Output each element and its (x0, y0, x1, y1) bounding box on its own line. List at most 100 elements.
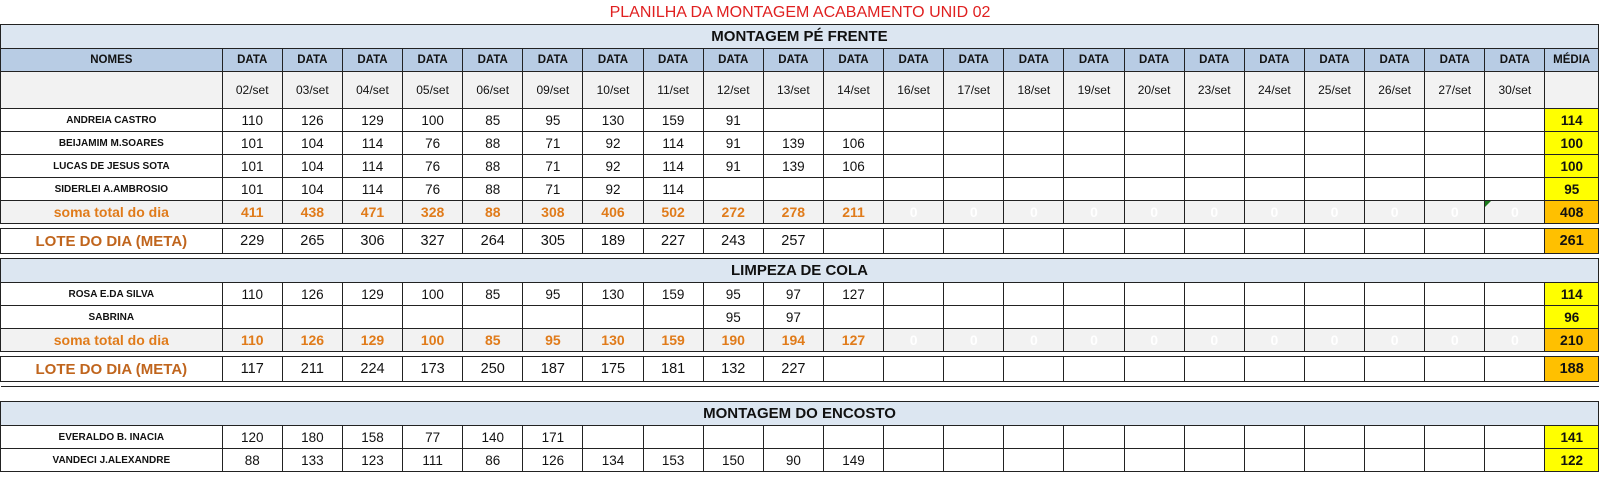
lote-cell[interactable]: 189 (582, 228, 644, 254)
value-cell[interactable] (1484, 108, 1546, 132)
value-cell[interactable] (1484, 448, 1546, 472)
value-cell[interactable] (1123, 305, 1185, 329)
value-cell[interactable] (883, 305, 945, 329)
value-cell[interactable] (462, 305, 524, 329)
value-cell[interactable] (522, 305, 584, 329)
value-cell[interactable] (1484, 177, 1546, 201)
value-cell[interactable] (1243, 448, 1305, 472)
value-cell[interactable] (642, 305, 704, 329)
value-cell[interactable]: 97 (762, 282, 824, 306)
lote-cell[interactable] (1003, 228, 1065, 254)
value-cell[interactable] (1003, 448, 1065, 472)
lote-cell[interactable]: 305 (522, 228, 584, 254)
value-cell[interactable]: 114 (341, 131, 404, 155)
value-cell[interactable] (1123, 177, 1185, 201)
value-cell[interactable]: 149 (822, 448, 885, 472)
value-cell[interactable]: 95 (702, 305, 764, 329)
lote-cell[interactable] (1424, 228, 1486, 254)
value-cell[interactable] (762, 177, 824, 201)
lote-cell[interactable] (1364, 228, 1426, 254)
lote-cell[interactable]: 227 (762, 356, 824, 382)
value-cell[interactable] (1183, 305, 1245, 329)
lote-cell[interactable] (1123, 356, 1185, 382)
value-cell[interactable]: 129 (341, 282, 404, 306)
lote-cell[interactable]: 327 (402, 228, 464, 254)
value-cell[interactable]: 92 (582, 131, 644, 155)
value-cell[interactable]: 85 (462, 282, 524, 306)
value-cell[interactable]: 123 (341, 448, 404, 472)
value-cell[interactable] (943, 131, 1005, 155)
lote-cell[interactable] (883, 356, 945, 382)
lote-cell[interactable]: 257 (762, 228, 824, 254)
value-cell[interactable] (1063, 131, 1125, 155)
value-cell[interactable]: 114 (341, 154, 404, 178)
value-cell[interactable] (1243, 282, 1305, 306)
lote-cell[interactable]: 224 (341, 356, 404, 382)
value-cell[interactable] (1484, 154, 1546, 178)
value-cell[interactable]: 104 (281, 131, 343, 155)
lote-cell[interactable] (1183, 356, 1245, 382)
lote-cell[interactable] (822, 228, 885, 254)
value-cell[interactable] (1303, 131, 1366, 155)
lote-cell[interactable]: 306 (341, 228, 404, 254)
value-cell[interactable] (1063, 425, 1125, 449)
value-cell[interactable] (1183, 108, 1245, 132)
value-cell[interactable] (943, 305, 1005, 329)
value-cell[interactable] (1123, 154, 1185, 178)
value-cell[interactable] (943, 425, 1005, 449)
value-cell[interactable]: 90 (762, 448, 824, 472)
value-cell[interactable]: 114 (642, 131, 704, 155)
value-cell[interactable]: 114 (642, 154, 704, 178)
value-cell[interactable] (883, 131, 945, 155)
value-cell[interactable]: 110 (221, 108, 283, 132)
value-cell[interactable]: 139 (762, 154, 824, 178)
value-cell[interactable]: 86 (462, 448, 524, 472)
value-cell[interactable]: 126 (281, 108, 343, 132)
value-cell[interactable] (943, 282, 1005, 306)
lote-cell[interactable]: 132 (702, 356, 764, 382)
value-cell[interactable]: 91 (702, 108, 764, 132)
value-cell[interactable]: 159 (642, 108, 704, 132)
lote-cell[interactable] (1183, 228, 1245, 254)
value-cell[interactable] (1183, 282, 1245, 306)
value-cell[interactable] (822, 305, 885, 329)
lote-cell[interactable] (1484, 228, 1546, 254)
value-cell[interactable]: 76 (402, 131, 464, 155)
value-cell[interactable] (1123, 282, 1185, 306)
value-cell[interactable] (1243, 177, 1305, 201)
value-cell[interactable] (1183, 177, 1245, 201)
value-cell[interactable] (582, 425, 644, 449)
value-cell[interactable] (1063, 108, 1125, 132)
value-cell[interactable]: 139 (762, 131, 824, 155)
value-cell[interactable] (1364, 425, 1426, 449)
value-cell[interactable] (1424, 131, 1486, 155)
value-cell[interactable]: 88 (462, 131, 524, 155)
value-cell[interactable]: 133 (281, 448, 343, 472)
lote-cell[interactable]: 117 (221, 356, 283, 382)
value-cell[interactable] (943, 177, 1005, 201)
value-cell[interactable] (1183, 154, 1245, 178)
value-cell[interactable]: 110 (221, 282, 283, 306)
value-cell[interactable] (1484, 425, 1546, 449)
lote-cell[interactable] (883, 228, 945, 254)
value-cell[interactable] (1123, 425, 1185, 449)
value-cell[interactable]: 106 (822, 154, 885, 178)
value-cell[interactable] (1364, 108, 1426, 132)
value-cell[interactable] (883, 448, 945, 472)
value-cell[interactable]: 171 (522, 425, 584, 449)
value-cell[interactable] (1063, 305, 1125, 329)
lote-cell[interactable] (1243, 356, 1305, 382)
value-cell[interactable]: 126 (522, 448, 584, 472)
value-cell[interactable] (1003, 305, 1065, 329)
value-cell[interactable] (221, 305, 283, 329)
value-cell[interactable] (762, 108, 824, 132)
lote-cell[interactable] (1063, 356, 1125, 382)
value-cell[interactable] (1003, 131, 1065, 155)
lote-cell[interactable]: 229 (221, 228, 283, 254)
value-cell[interactable]: 120 (221, 425, 283, 449)
value-cell[interactable] (822, 108, 885, 132)
value-cell[interactable]: 140 (462, 425, 524, 449)
lote-cell[interactable] (822, 356, 885, 382)
value-cell[interactable]: 88 (462, 177, 524, 201)
value-cell[interactable]: 101 (221, 154, 283, 178)
